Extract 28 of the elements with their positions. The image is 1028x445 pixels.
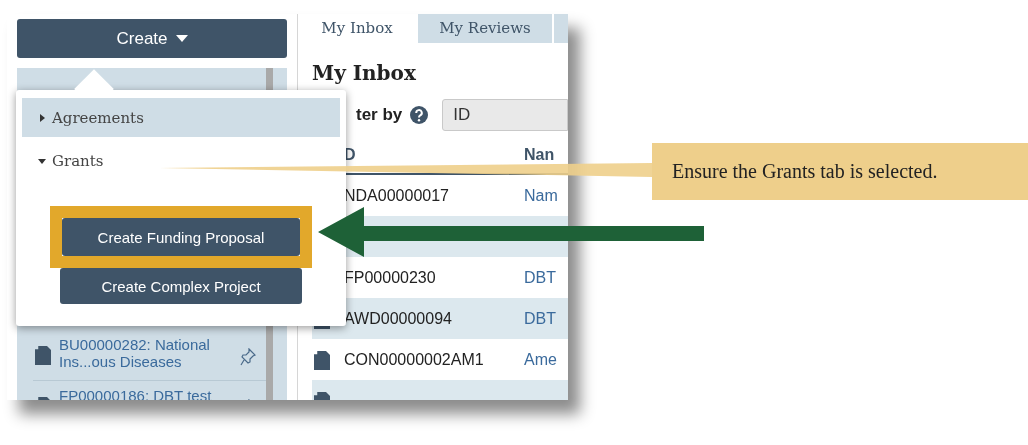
name-link[interactable]: Ame xyxy=(524,350,557,369)
create-option-button[interactable]: Create Funding Proposal xyxy=(62,218,300,256)
document-icon xyxy=(312,348,332,371)
id-cell-text: NDA00000017 xyxy=(344,186,450,205)
column-header[interactable]: Nan xyxy=(524,146,555,164)
collapsed-icon xyxy=(38,113,46,122)
expanded-icon xyxy=(38,156,46,165)
name-link[interactable]: Nam xyxy=(524,186,558,205)
name-link[interactable]: DBT xyxy=(524,268,556,287)
filter-select[interactable]: ID xyxy=(442,99,568,131)
callout: Ensure the Grants tab is selected. xyxy=(652,143,1028,200)
id-cell-text: AWD00000094 xyxy=(344,309,453,328)
menu-section[interactable]: Agreements xyxy=(22,98,340,137)
id-cell-text: CON00000002AM1 xyxy=(344,350,485,369)
caret-icon xyxy=(175,35,188,42)
document-icon xyxy=(33,344,53,366)
id-cell-text: FP00000230 xyxy=(344,268,437,287)
tab[interactable]: My Reviews xyxy=(418,14,552,43)
table-row[interactable]: CON00000002AM1 Ame xyxy=(312,339,568,380)
name-link[interactable]: DBT xyxy=(524,309,556,328)
create-option-button[interactable]: Create Complex Project xyxy=(60,268,302,304)
help-icon xyxy=(410,106,429,124)
page-heading: My Inbox xyxy=(312,61,417,85)
create-button[interactable]: Create xyxy=(17,19,287,58)
item-link[interactable]: BU00000282: National Ins...ous Diseases xyxy=(59,336,234,370)
pin-icon xyxy=(240,348,256,366)
table-row[interactable]: AWD00000094 DBT xyxy=(312,298,568,339)
filter-label: ter by xyxy=(356,105,403,125)
